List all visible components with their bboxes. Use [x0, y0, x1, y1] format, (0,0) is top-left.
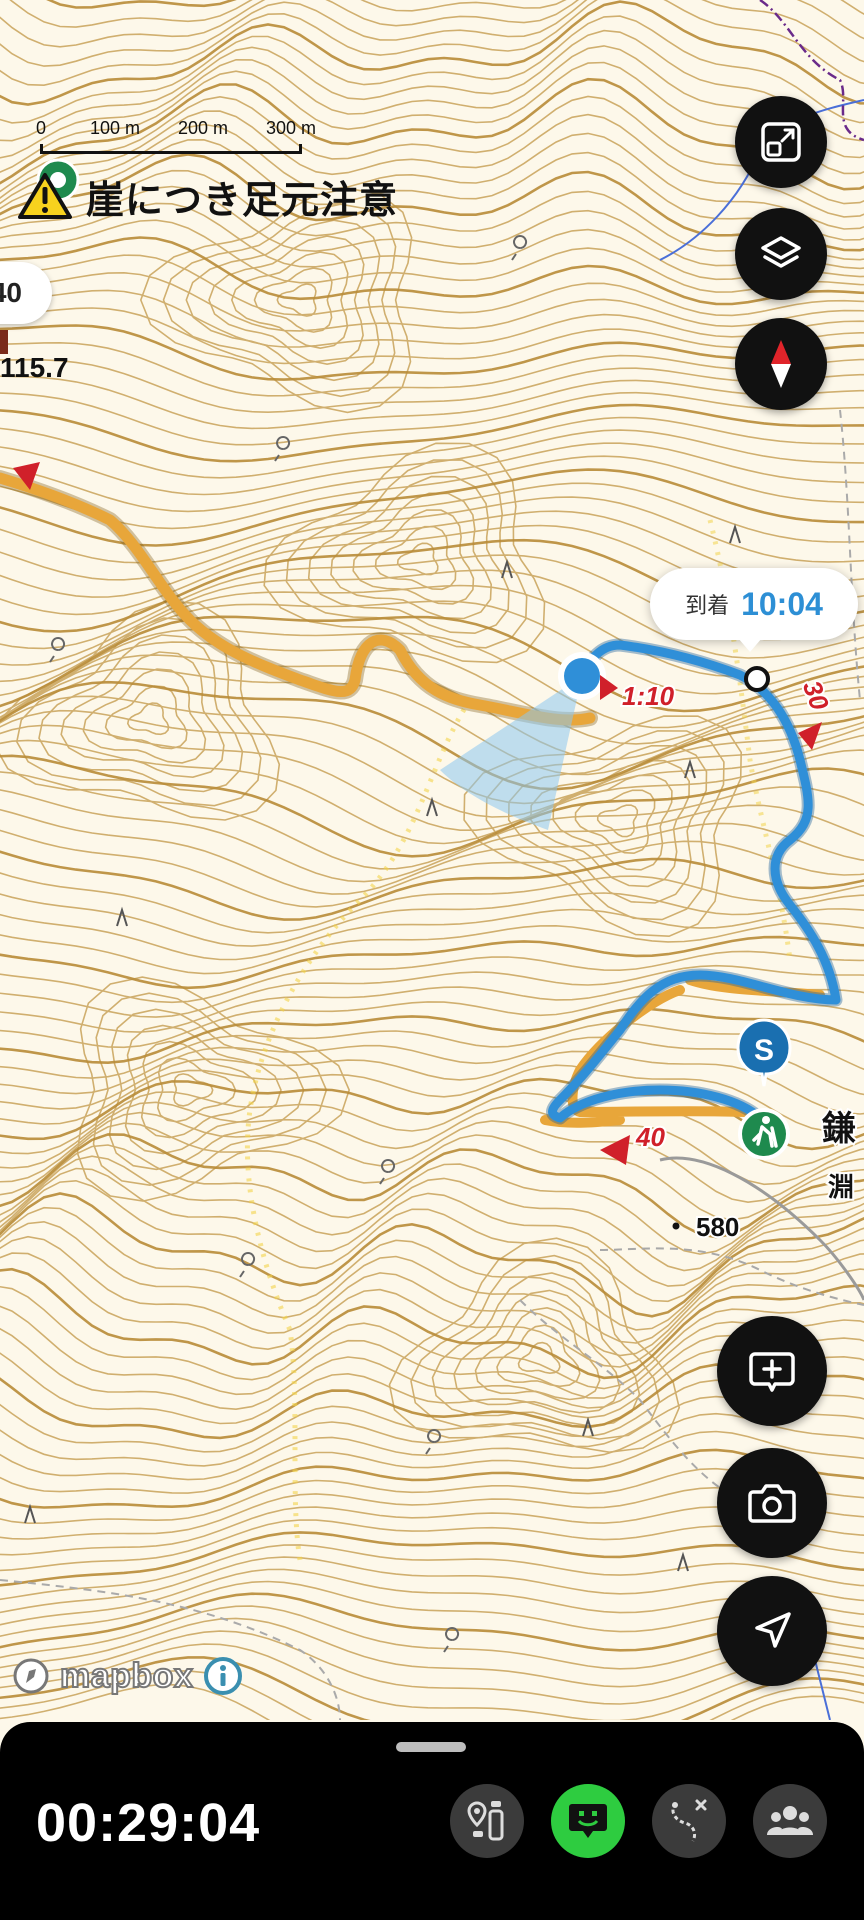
bottom-panel[interactable]: 00:29:04 — [0, 1722, 864, 1920]
place-label-kama: 鎌 — [822, 1109, 856, 1148]
scale-label: 100 m — [90, 118, 141, 138]
distance-chip-text: 40 — [0, 277, 22, 308]
navigate-arrow-icon — [755, 1612, 791, 1648]
elevation-label-left: 115.7 — [0, 352, 69, 383]
route-tool-button[interactable] — [652, 1784, 726, 1858]
mapbox-mark-icon — [13, 1658, 49, 1694]
group-icon — [767, 1806, 813, 1835]
scale-line — [40, 144, 302, 154]
scale-label: 0 — [36, 118, 47, 138]
expand-icon — [761, 122, 801, 162]
warning-triangle-icon — [18, 173, 72, 219]
waypoint-icon — [467, 1801, 504, 1841]
warning-text: 崖につき足元注意 — [86, 179, 399, 222]
compass-icon — [771, 340, 791, 388]
compass-button[interactable] — [735, 318, 827, 410]
route-time-label: 1:10 — [622, 681, 675, 711]
add-comment-button[interactable] — [717, 1316, 827, 1426]
group-tool-button[interactable] — [753, 1784, 827, 1858]
eta-bubble[interactable]: 到着 10:04 — [650, 568, 858, 652]
chat-tool-button[interactable] — [551, 1784, 625, 1858]
waypoint-tool-button[interactable] — [450, 1784, 524, 1858]
layers-icon — [761, 236, 801, 268]
scale-bar: 0 100 m 200 m 300 m — [36, 118, 316, 158]
trailhead-hiker-icon[interactable] — [738, 1108, 790, 1160]
elapsed-timer: 00:29:04 — [36, 1793, 261, 1853]
scale-label: 300 m — [266, 118, 317, 138]
chat-smile-icon — [569, 1804, 607, 1838]
warning-banner: 崖につき足元注意 — [18, 168, 398, 224]
map-marker-edge — [0, 330, 8, 354]
current-location-dot[interactable] — [564, 658, 600, 694]
route-time-label: 40 — [635, 1122, 665, 1152]
place-label-fuchi: 淵 — [828, 1172, 854, 1202]
camera-icon — [748, 1484, 796, 1523]
navigate-button[interactable] — [717, 1576, 827, 1686]
eta-label: 到着 — [685, 593, 730, 618]
elevation-label-580: 580 — [696, 1212, 739, 1242]
eta-bubble-tail — [738, 638, 762, 652]
camera-button[interactable] — [717, 1448, 827, 1558]
track-waypoint[interactable] — [744, 666, 770, 692]
scale-label: 200 m — [178, 118, 229, 138]
elevation-point — [672, 1222, 680, 1230]
drag-handle[interactable] — [396, 1742, 466, 1752]
route-icon — [671, 1799, 707, 1842]
info-icon[interactable] — [203, 1656, 243, 1696]
eta-time: 10:04 — [741, 585, 823, 622]
mapbox-logo: mapbox — [59, 1656, 194, 1696]
expand-button[interactable] — [735, 96, 827, 188]
layers-button[interactable] — [735, 208, 827, 300]
start-letter: S — [754, 1034, 774, 1067]
attribution: mapbox — [12, 1656, 243, 1696]
add-comment-icon — [749, 1352, 795, 1392]
